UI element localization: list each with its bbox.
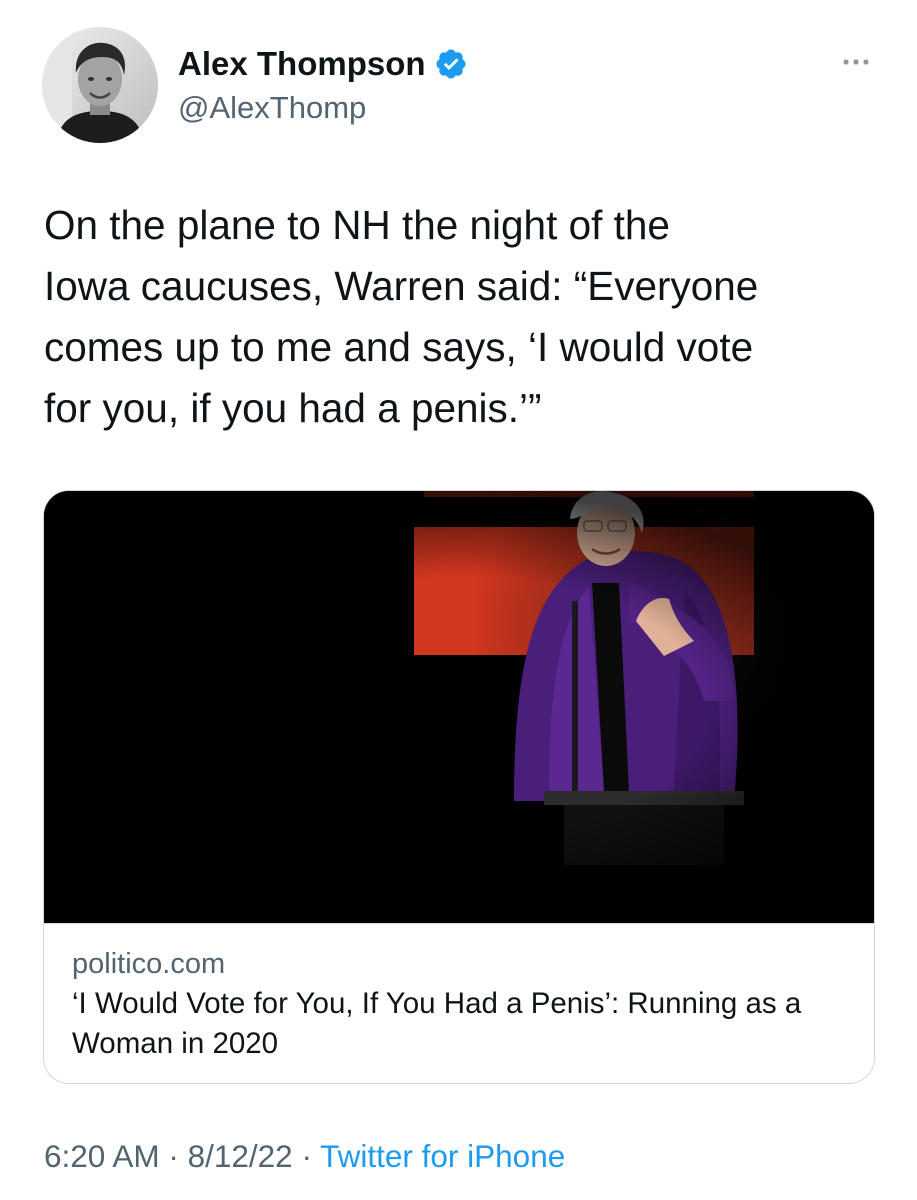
author-name-row[interactable]: Alex Thompson (178, 44, 468, 84)
tweet-date[interactable]: 8/12/22 (188, 1138, 293, 1174)
author-display-name[interactable]: Alex Thompson (178, 44, 426, 84)
metadata-separator: · (292, 1138, 321, 1174)
more-options-button[interactable] (836, 50, 876, 74)
link-card[interactable]: politico.com ‘I Would Vote for You, If Y… (43, 490, 875, 1084)
author-handle[interactable]: @AlexThomp (178, 88, 366, 128)
tweet-time[interactable]: 6:20 AM (44, 1138, 160, 1174)
more-options-icon (843, 59, 869, 65)
avatar[interactable] (42, 27, 158, 143)
article-photo (44, 491, 874, 923)
link-card-title: ‘I Would Vote for You, If You Had a Peni… (72, 987, 802, 1060)
tweet-metadata: 6:20 AM · 8/12/22 · Twitter for iPhone (44, 1136, 565, 1176)
link-card-domain: politico.com (72, 948, 226, 980)
avatar-photo (42, 27, 158, 143)
verified-badge-icon (436, 49, 466, 79)
tweet-text: On the plane to NH the night of the Iowa… (44, 202, 759, 431)
metadata-separator: · (159, 1138, 188, 1174)
tweet-source-link[interactable]: Twitter for iPhone (320, 1138, 565, 1174)
link-card-image (44, 491, 874, 923)
link-card-meta: politico.com ‘I Would Vote for You, If Y… (44, 923, 874, 1083)
